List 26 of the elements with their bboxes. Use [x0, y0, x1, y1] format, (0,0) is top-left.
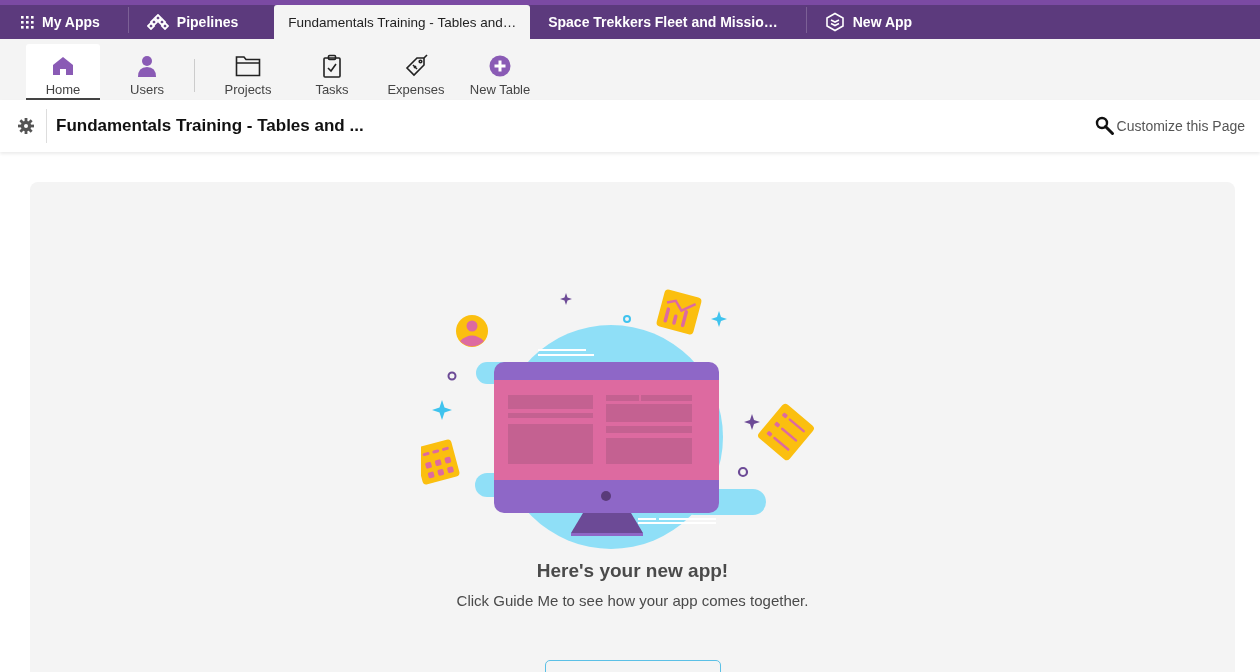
app-grid-icon [20, 15, 34, 29]
empty-state-heading: Here's your new app! [536, 560, 729, 582]
search-icon [1094, 116, 1115, 136]
price-tag-icon [404, 54, 428, 78]
app-tab[interactable]: Fundamentals Training - Tables and… [274, 5, 531, 39]
page-title: Fundamentals Training - Tables and ... [56, 116, 365, 136]
app-tab[interactable]: New App [814, 5, 933, 39]
nav-item[interactable]: Expenses [379, 44, 453, 100]
app-tab[interactable]: Pipelines [136, 5, 259, 39]
nav-item[interactable]: Home [26, 44, 100, 100]
empty-state-text: Click Guide Me to see how your app comes together. [456, 592, 809, 609]
folder-icon [235, 55, 261, 77]
home-icon [52, 56, 74, 76]
app-tab[interactable]: Space Trekkers Fleet and Missio… [538, 5, 798, 39]
nav-item[interactable]: Users [110, 44, 184, 100]
user-icon [138, 55, 156, 77]
nav-item[interactable]: New Table [463, 44, 537, 100]
clipboard-check-icon [322, 54, 342, 78]
app-tab[interactable]: My Apps [10, 5, 120, 39]
settings-icon[interactable] [18, 118, 34, 134]
nav-item[interactable]: Projects [211, 44, 285, 100]
nav-item[interactable]: Tasks [295, 44, 369, 100]
hexagon-cube-icon [824, 12, 845, 32]
customize-page-link[interactable]: Customize this Page [1094, 116, 1245, 136]
linked-diamonds-icon [146, 14, 169, 30]
add-circle-icon [489, 55, 511, 77]
